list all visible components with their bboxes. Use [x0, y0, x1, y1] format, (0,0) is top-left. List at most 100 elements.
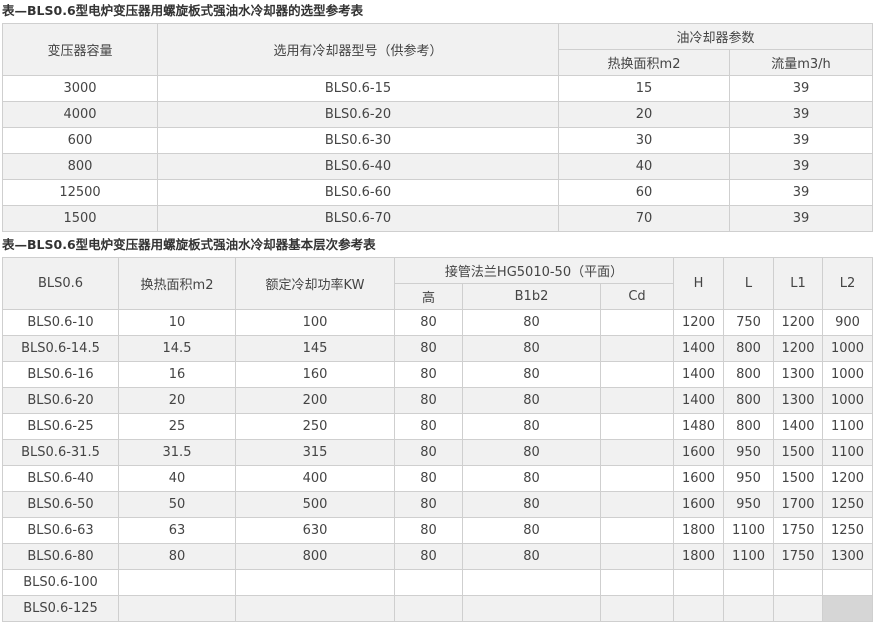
table-cell — [599, 543, 675, 570]
table-cell: 1200 — [773, 335, 824, 362]
table-cell: 800 — [2, 153, 158, 180]
table-cell: BLS0.6-16 — [2, 361, 119, 388]
table-cell: BLS0.6-14.5 — [2, 335, 119, 362]
table-cell: 80 — [394, 387, 463, 414]
table-cell: BLS0.6-70 — [157, 205, 559, 232]
table-cell — [599, 309, 675, 336]
table-cell — [599, 361, 675, 388]
table-cell — [599, 413, 675, 440]
header-b1b2: B1b2 — [462, 283, 601, 310]
table-cell: 1250 — [822, 491, 874, 518]
table-cell: 40 — [118, 465, 236, 492]
header-l: L — [723, 257, 775, 310]
table-cell: 1400 — [773, 413, 824, 440]
table-cell: 20 — [558, 101, 730, 128]
table-cell — [599, 439, 675, 466]
table-cell: 200 — [235, 387, 395, 414]
table-cell: 80 — [118, 543, 236, 570]
table-cell: 1100 — [822, 439, 874, 466]
table-cell: 950 — [723, 491, 775, 518]
table-cell — [599, 595, 675, 622]
table-cell: 80 — [462, 413, 601, 440]
header-exchange-area: 换热面积m2 — [118, 257, 236, 310]
table-cell: 1200 — [822, 465, 874, 492]
table-cell: 1000 — [822, 361, 874, 388]
table-cell: 800 — [723, 387, 775, 414]
table-cell: 1750 — [773, 517, 824, 544]
table-cell: 12500 — [2, 179, 158, 206]
table-row: BLS0.6-14.5 14.5 145 80 80 1400 800 1200 1000 — [2, 335, 874, 362]
table-row: 4000 BLS0.6-20 20 39 — [2, 101, 874, 128]
table-cell: 39 — [728, 205, 874, 232]
header-model: BLS0.6 — [2, 257, 119, 310]
table-cell — [599, 491, 675, 518]
table-cell — [235, 595, 395, 622]
table-cell: 80 — [462, 335, 601, 362]
table-row: 600 BLS0.6-30 30 39 — [2, 127, 874, 154]
table-cell: 80 — [462, 439, 601, 466]
table-cell: 800 — [723, 361, 775, 388]
table-cell: 1400 — [673, 361, 725, 388]
table-cell: 80 — [462, 387, 601, 414]
table-cell: 40 — [558, 153, 730, 180]
table-cell: 16 — [118, 361, 236, 388]
table-cell: 800 — [723, 335, 775, 362]
table-cell: 80 — [394, 543, 463, 570]
table-cell — [673, 595, 725, 622]
table-cell: 100 — [235, 309, 395, 336]
table-cell: BLS0.6-63 — [2, 517, 119, 544]
table-cell: 10 — [118, 309, 236, 336]
table-cell: 1250 — [822, 517, 874, 544]
cooler-selection-table: 变压器容量 选用有冷却器型号（供参考） 油冷却器参数 热换面积m2 流量m3/h… — [2, 23, 874, 232]
table-cell: BLS0.6-15 — [157, 75, 559, 102]
table-cell: 950 — [723, 465, 775, 492]
table-cell: 80 — [462, 465, 601, 492]
table-cell: 145 — [235, 335, 395, 362]
table-cell: BLS0.6-40 — [157, 153, 559, 180]
table-cell: 80 — [394, 335, 463, 362]
table-cell: 39 — [728, 75, 874, 102]
table-cell: 1500 — [773, 465, 824, 492]
table-cell — [235, 569, 395, 596]
table-row: 1500 BLS0.6-70 70 39 — [2, 205, 874, 232]
table-cell: BLS0.6-50 — [2, 491, 119, 518]
table-cell: 1800 — [673, 543, 725, 570]
table-cell: 80 — [394, 309, 463, 336]
table-cell: 80 — [462, 517, 601, 544]
table-cell: 1480 — [673, 413, 725, 440]
table-cell: 1600 — [673, 465, 725, 492]
table-cell: BLS0.6-10 — [2, 309, 119, 336]
table-cell: 1000 — [822, 335, 874, 362]
table-cell: 14.5 — [118, 335, 236, 362]
table-row: BLS0.6-40 40 400 80 80 1600 950 1500 1200 — [2, 465, 874, 492]
table-cell: 30 — [558, 127, 730, 154]
table-cell: BLS0.6-80 — [2, 543, 119, 570]
table-cell: 80 — [394, 413, 463, 440]
table-cell: 250 — [235, 413, 395, 440]
table-cell: BLS0.6-100 — [2, 569, 119, 596]
table-cell: 600 — [2, 127, 158, 154]
table-row: BLS0.6-25 25 250 80 80 1480 800 1400 1100 — [2, 413, 874, 440]
table-cell — [599, 465, 675, 492]
table-cell: 80 — [462, 491, 601, 518]
table-cell — [394, 569, 463, 596]
table-cell: 4000 — [2, 101, 158, 128]
header-cd: Cd — [599, 283, 675, 310]
table-row: 800 BLS0.6-40 40 39 — [2, 153, 874, 180]
header-oil-cooler-params: 油冷却器参数 — [557, 23, 874, 50]
table-cell: 39 — [728, 127, 874, 154]
table-cell: 1600 — [673, 491, 725, 518]
table-row: BLS0.6-80 80 800 80 80 1800 1100 1750 1300 — [2, 543, 874, 570]
table-cell — [822, 595, 874, 622]
table-cell — [773, 569, 824, 596]
table2-header-row: BLS0.6 换热面积m2 额定冷却功率KW 接管法兰HG5010-50（平面）… — [2, 257, 874, 310]
table-row: BLS0.6-125 — [2, 595, 874, 622]
table-cell: BLS0.6-20 — [157, 101, 559, 128]
table-cell — [599, 517, 675, 544]
table-cell: 1100 — [723, 543, 775, 570]
table-cell: 1500 — [2, 205, 158, 232]
table-row: BLS0.6-31.5 31.5 315 80 80 1600 950 1500 1100 — [2, 439, 874, 466]
table-cell: 630 — [235, 517, 395, 544]
header-l1: L1 — [773, 257, 824, 310]
table-cell — [118, 569, 236, 596]
